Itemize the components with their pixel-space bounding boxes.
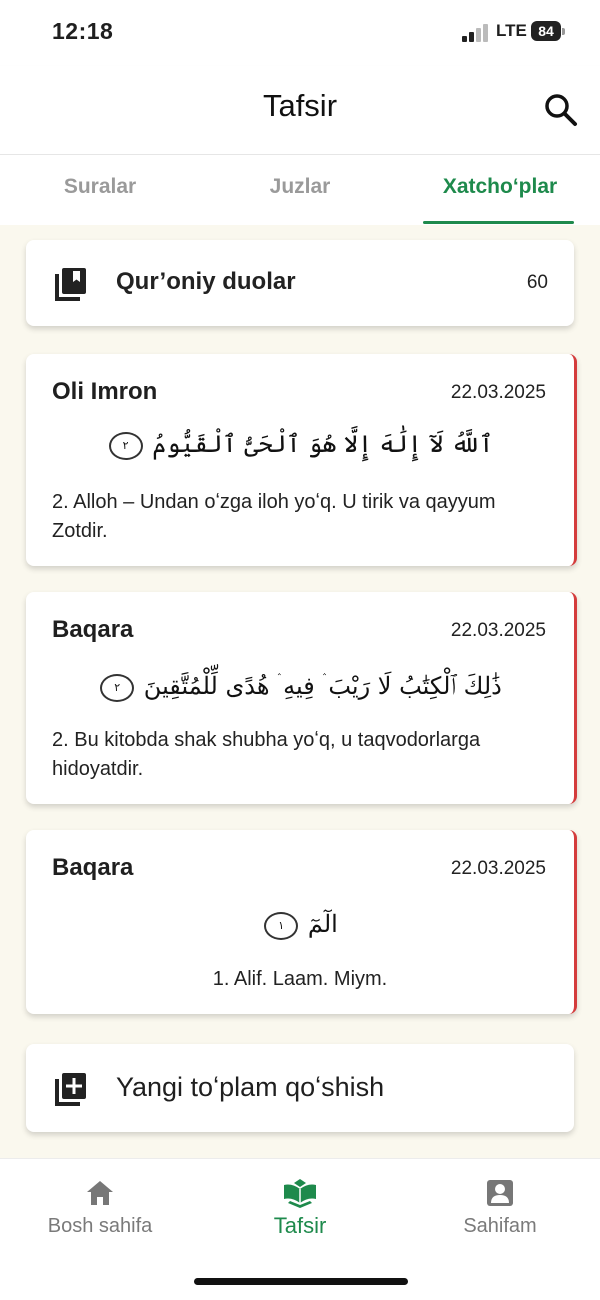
bookmark-date: 22.03.2025	[450, 858, 546, 879]
nav-tafsir[interactable]: Tafsir	[200, 1177, 400, 1239]
status-time: 12:18	[52, 18, 114, 44]
bookmark-card[interactable]: Oli Imron 22.03.2025 ٱللَّهُ لَآ إِلَٰهَ…	[26, 354, 577, 566]
battery-icon: 84	[531, 21, 565, 43]
network-label: LTE	[496, 21, 527, 40]
nav-sahifam[interactable]: Sahifam	[400, 1177, 600, 1238]
add-collection-button[interactable]: Yangi toʻplam qoʻshish	[26, 1044, 574, 1132]
active-tab-indicator	[423, 221, 574, 224]
library-add-icon	[55, 1073, 86, 1106]
bookmark-translation: 2. Alloh – Undan oʻzga iloh yoʻq. U tiri…	[52, 491, 496, 542]
home-indicator	[194, 1278, 408, 1285]
bookmark-translation: 1. Alif. Laam. Miym.	[212, 968, 388, 990]
bookmark-arabic: ٱللَّهُ لَآ إِلَٰهَ إِلَّا هُوَ ٱلْحَىُّ…	[26, 430, 574, 460]
status-bar: 12:18 LTE 84	[0, 0, 600, 66]
signal-icon	[462, 24, 488, 42]
nav-label: Sahifam	[463, 1215, 537, 1237]
bookmark-card[interactable]: Baqara 22.03.2025 الٓمٓ ١ 1. Alif. Laam.…	[26, 830, 577, 1014]
bookmark-date: 22.03.2025	[450, 620, 546, 641]
account-box-icon	[487, 1180, 513, 1206]
app-header: Tafsir	[0, 66, 600, 155]
arabic-text: ٱللَّهُ لَآ إِلَٰهَ إِلَّا هُوَ ٱلْحَىُّ…	[152, 430, 494, 458]
verse-marker-icon: ١	[264, 911, 299, 940]
bookmark-arabic: ذَٰلِكَ ٱلْكِتَٰبُ لَا رَيْبَ ۛ فِيهِ ۛ …	[26, 672, 574, 702]
arabic-text: ذَٰلِكَ ٱلْكِتَٰبُ لَا رَيْبَ ۛ فِيهِ ۛ …	[143, 672, 502, 700]
library-books-icon	[55, 268, 86, 301]
bookmark-surah: Oli Imron	[52, 378, 158, 405]
add-collection-label: Yangi toʻplam qoʻshish	[116, 1072, 385, 1102]
search-icon[interactable]	[541, 90, 581, 130]
battery-level: 84	[531, 21, 561, 41]
bookmark-surah: Baqara	[52, 854, 134, 881]
tab-juzlar[interactable]: Juzlar	[200, 175, 400, 199]
verse-marker-icon: ٢	[108, 431, 143, 460]
tab-xatchoplar[interactable]: Xatchoʻplar	[400, 175, 600, 199]
bookmark-folder-card[interactable]: Qur’oniy duolar 60	[26, 240, 574, 326]
bookmark-arabic: الٓمٓ ١	[26, 910, 574, 940]
verse-marker-icon: ٢	[100, 673, 135, 702]
tab-bar: Suralar Juzlar Xatchoʻplar	[0, 155, 600, 225]
folder-count: 60	[526, 272, 548, 293]
folder-label: Qur’oniy duolar	[116, 268, 296, 295]
page-title: Tafsir	[262, 88, 338, 123]
nav-label: Bosh sahifa	[47, 1215, 153, 1237]
bookmark-date: 22.03.2025	[450, 382, 546, 403]
quran-book-icon	[284, 1179, 316, 1208]
bookmark-card[interactable]: Baqara 22.03.2025 ذَٰلِكَ ٱلْكِتَٰبُ لَا…	[26, 592, 577, 804]
nav-label: Tafsir	[273, 1213, 327, 1238]
home-icon	[87, 1181, 113, 1205]
nav-bosh-sahifa[interactable]: Bosh sahifa	[0, 1177, 200, 1238]
bookmark-translation: 2. Bu kitobda shak shubha yoʻq, u taqvod…	[52, 729, 481, 780]
arabic-text: الٓمٓ	[307, 910, 338, 938]
bookmark-surah: Baqara	[52, 616, 134, 643]
tab-suralar[interactable]: Suralar	[0, 175, 200, 199]
